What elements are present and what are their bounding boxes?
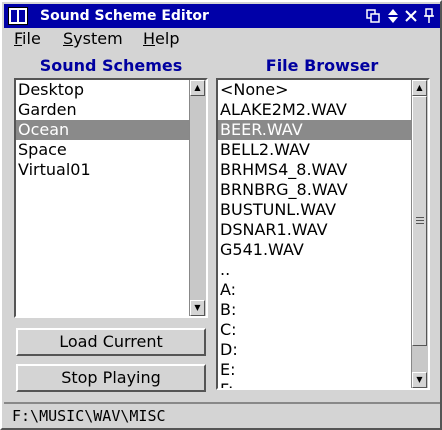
file-list-item[interactable]: BELL2.WAV — [218, 140, 412, 160]
sound-schemes-title: Sound Schemes — [39, 56, 183, 75]
sound-schemes-items: Desktop Garden Ocean Space Virtual01 — [16, 80, 190, 316]
file-list-item[interactable]: ALAKE2M2.WAV — [218, 100, 412, 120]
file-list-item[interactable]: BUSTUNL.WAV — [218, 200, 412, 220]
file-list-item[interactable]: .. — [218, 260, 412, 280]
menu-help[interactable]: Help — [143, 28, 179, 50]
file-browser-items: <None> ALAKE2M2.WAV BEER.WAV BELL2.WAV BRHMS… — [218, 80, 412, 388]
scroll-down-icon[interactable]: ▼ — [190, 300, 205, 316]
file-list-item[interactable]: F: — [218, 380, 412, 388]
sound-schemes-scrollbar[interactable]: ▲ ▼ — [189, 80, 206, 316]
restore-icon[interactable] — [364, 6, 382, 26]
file-list-item[interactable]: C: — [218, 320, 412, 340]
status-bar: F:\MUSIC\WAV\MISC — [4, 402, 440, 428]
file-list-item[interactable]: DSNAR1.WAV — [218, 220, 412, 240]
file-list-item[interactable]: BRNBRG_8.WAV — [218, 180, 412, 200]
current-path: F:\MUSIC\WAV\MISC — [12, 407, 166, 425]
scheme-list-item[interactable]: Virtual01 — [16, 160, 190, 180]
file-list-item[interactable]: BRHMS4_8.WAV — [218, 160, 412, 180]
file-browser-title: File Browser — [265, 56, 379, 75]
scheme-list-item[interactable]: Ocean — [16, 120, 190, 140]
app-icon[interactable] — [8, 7, 28, 25]
scroll-up-icon[interactable]: ▲ — [190, 80, 205, 96]
window-title: Sound Scheme Editor — [40, 8, 209, 24]
close-icon[interactable] — [402, 6, 420, 26]
stop-playing-button[interactable]: Stop Playing — [16, 364, 206, 392]
file-list-item[interactable]: B: — [218, 300, 412, 320]
scroll-up-icon[interactable]: ▲ — [412, 80, 427, 96]
file-list-item[interactable]: BEER.WAV — [218, 120, 412, 140]
load-current-button[interactable]: Load Current — [16, 328, 206, 356]
file-list-item[interactable]: E: — [218, 360, 412, 380]
file-list-item[interactable]: D: — [218, 340, 412, 360]
scroll-down-icon[interactable]: ▼ — [412, 372, 427, 388]
file-browser-scrollbar[interactable]: ▲ ▼ — [411, 80, 428, 388]
scheme-list-item[interactable]: Desktop — [16, 80, 190, 100]
app-window: Sound Scheme Editor File System Help Sou… — [0, 0, 442, 430]
file-list-item[interactable]: A: — [218, 280, 412, 300]
sound-schemes-list[interactable]: Desktop Garden Ocean Space Virtual01 ▲ ▼ — [14, 78, 208, 318]
scheme-list-item[interactable]: Garden — [16, 100, 190, 120]
menu-bar: File System Help — [4, 28, 440, 50]
file-list-item[interactable]: <None> — [218, 80, 412, 100]
file-browser-list[interactable]: <None> ALAKE2M2.WAV BEER.WAV BELL2.WAV BRHMS… — [216, 78, 430, 390]
menu-file[interactable]: File — [14, 28, 41, 50]
pin-icon[interactable] — [420, 6, 438, 26]
file-list-item[interactable]: G541.WAV — [218, 240, 412, 260]
scheme-list-item[interactable]: Space — [16, 140, 190, 160]
scroll-thumb[interactable] — [412, 96, 427, 346]
title-bar[interactable]: Sound Scheme Editor — [4, 4, 440, 28]
minmax-icon[interactable] — [384, 6, 402, 26]
menu-system[interactable]: System — [63, 28, 123, 50]
